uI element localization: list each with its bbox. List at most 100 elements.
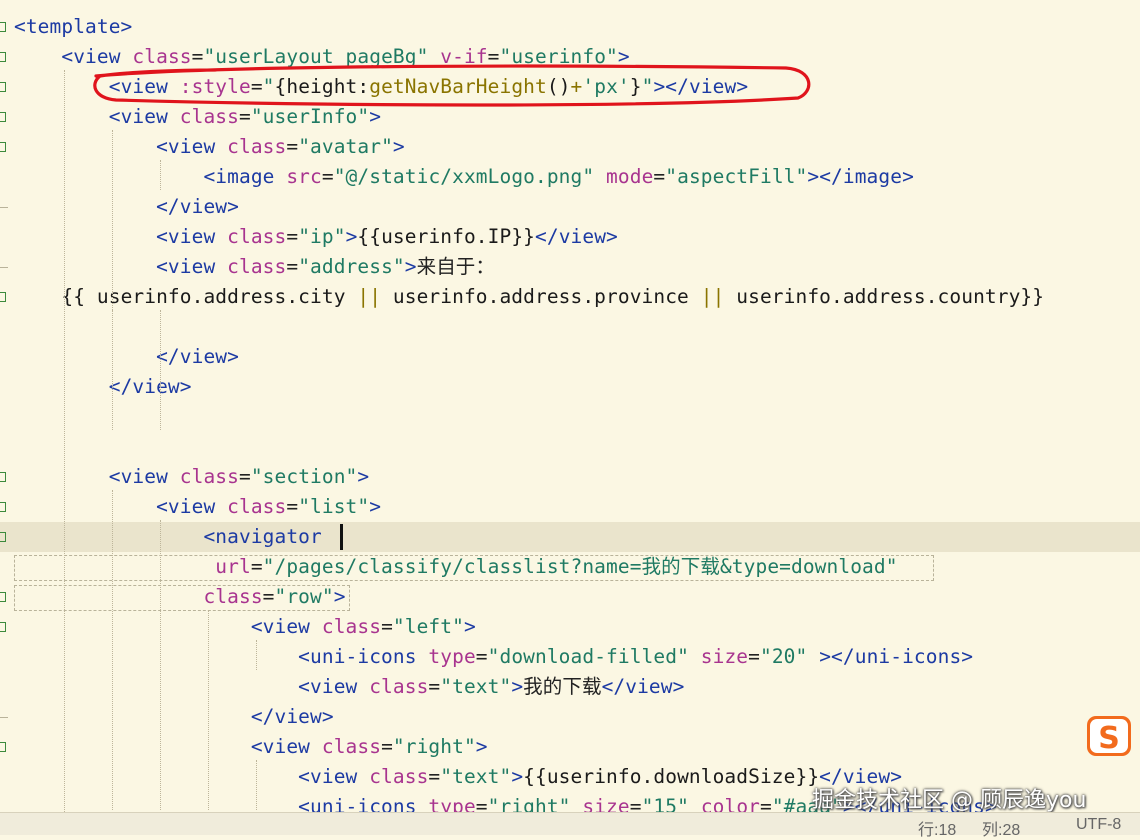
fold-marker-icon[interactable] [0,82,6,92]
fold-marker-icon[interactable] [0,532,6,542]
code-line[interactable]: <view class="list"> [0,492,1140,522]
code-line[interactable]: </view> [0,702,1140,732]
fold-marker-icon[interactable] [0,502,6,512]
code-token: {{ userinfo.address.city [61,285,358,308]
code-line[interactable]: </view> [0,342,1140,372]
code-line[interactable]: url="/pages/classify/classlist?name=我的下载… [0,552,1140,582]
code-token: "list" [298,495,370,518]
code-token: = [748,645,760,668]
code-line[interactable]: class="row"> [0,582,1140,612]
fold-marker-icon[interactable] [0,622,6,632]
fold-marker-icon[interactable] [0,22,6,32]
code-token: class [321,615,382,638]
code-token: = [286,135,299,158]
fold-marker-icon[interactable] [0,292,6,302]
code-token: <view [156,135,228,158]
code-token: ></image> [807,165,914,188]
code-token: 我的下载 [641,555,720,578]
fold-marker-icon[interactable] [0,592,6,602]
code-token: = [238,465,251,488]
code-token: <view [108,465,180,488]
code-token: type [428,645,476,668]
code-line[interactable]: <view class="text">我的下载</view> [0,672,1140,702]
code-token: userinfo.address.country}} [724,285,1045,308]
code-token: class [227,255,287,278]
code-token: "15" [641,795,689,812]
code-line[interactable]: </view> [0,372,1140,402]
code-token: = [629,795,642,812]
fold-marker-icon[interactable] [0,142,6,152]
fold-marker-icon[interactable] [0,742,6,752]
code-line[interactable]: <uni-icons type="download-filled" size="… [0,642,1140,672]
code-token: = [475,795,488,812]
code-token: <view [156,225,228,248]
fold-marker-icon[interactable] [0,472,6,482]
code-line[interactable]: <view class="left"> [0,612,1140,642]
gutter-tick [0,717,8,718]
code-line[interactable]: <view class="ip">{{userinfo.IP}}</view> [0,222,1140,252]
fold-marker-icon[interactable] [0,112,6,122]
code-line[interactable] [0,402,1140,432]
text-cursor [340,524,343,550]
code-line[interactable] [0,432,1140,462]
code-token: > [404,255,417,278]
indent-guide [64,70,65,812]
code-line[interactable]: <view class="section"> [0,462,1140,492]
code-token: class [321,735,382,758]
code-line[interactable]: <view class="right"> [0,732,1140,762]
code-token: </view> [108,375,192,398]
code-token: "row" [274,585,334,608]
code-line[interactable]: <view class="address">来自于： [0,252,1140,282]
code-token: || [357,285,382,308]
code-token: <image [203,165,287,188]
code-token: <view [250,615,322,638]
watermark-text: 掘金技术社区 @ 顾辰逸you [812,788,1087,813]
code-line[interactable]: <image src="@/static/xxmLogo.png" mode="… [0,162,1140,192]
code-token: = [286,255,299,278]
code-token: "@/static/xxmLogo.png" [333,165,595,188]
code-token: userinfo.address.province [381,285,701,308]
code-line[interactable]: {{ userinfo.address.city || userinfo.add… [0,282,1140,312]
code-line[interactable]: </view> [0,192,1140,222]
code-token: "download-filled" [487,645,689,668]
fold-marker-icon[interactable] [0,52,6,62]
sogou-ime-icon[interactable]: S [1085,714,1133,758]
red-hand-drawn-circle [93,64,811,107]
code-token: "aspectFill" [665,165,808,188]
code-line[interactable]: <navigator [0,522,1140,552]
code-editor[interactable]: <template> <view class="userLayout pageB… [0,0,1140,812]
code-token: <view [250,735,322,758]
indent-guide [256,640,257,670]
code-token: size [700,645,749,668]
encoding[interactable]: UTF-8 [1076,816,1121,834]
code-token: "20" [759,645,808,668]
code-token: = [760,795,772,812]
code-line[interactable]: <template> [0,12,1140,42]
code-token: </view> [250,705,334,728]
code-token: {{userinfo.downloadSize}} [523,765,820,788]
code-token: class [179,465,239,488]
code-token: </view> [156,195,239,218]
code-line[interactable]: <view class="avatar"> [0,132,1140,162]
code-token: size [582,795,630,812]
code-token: = [428,675,441,698]
code-token: ></uni-icons> [819,645,974,668]
code-token: <view [298,675,370,698]
code-token: = [381,735,393,758]
indent-guide [256,760,257,810]
code-token: <uni-icons [298,645,429,668]
code-token: > [511,765,524,788]
code-line[interactable] [0,312,1140,342]
code-token: </view> [601,675,685,698]
code-token: "right" [487,795,571,812]
indent-guide [112,310,113,430]
